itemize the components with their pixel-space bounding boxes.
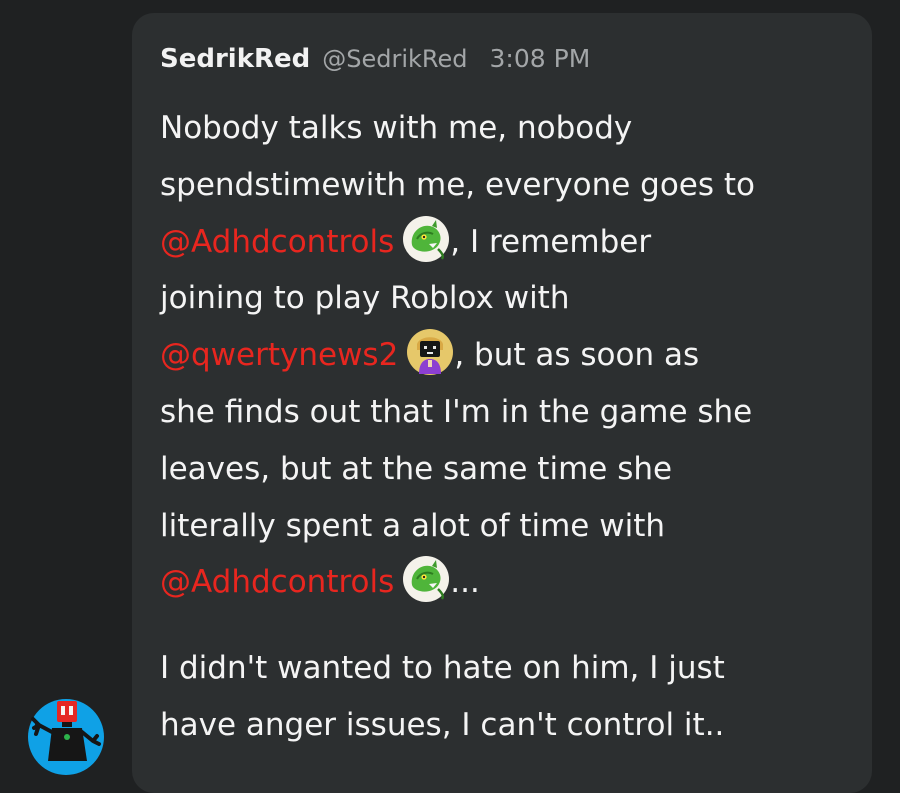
text-segment: ... <box>450 564 480 601</box>
text-line: have anger issues, I can't control it.. <box>160 706 725 743</box>
text-line-with-mention: @Adhdcontrols... <box>160 554 860 611</box>
mention-qwertynews2[interactable]: @qwertynews2 <box>160 337 398 373</box>
red-headed-robot-avatar-icon[interactable] <box>26 697 106 777</box>
text-line: spendstimewith me, everyone goes to <box>160 166 755 203</box>
text-line: I didn't wanted to hate on him, I just <box>160 650 725 687</box>
text-line: Nobody talks with me, nobody <box>160 110 633 146</box>
green-dragon-avatar-icon[interactable] <box>402 215 450 263</box>
cartoon-character-avatar-icon[interactable] <box>406 328 454 376</box>
author-handle[interactable]: @SedrikRed <box>322 45 467 73</box>
text-line: she finds out that I'm in the game she <box>160 393 753 430</box>
message-header: SedrikRed @SedrikRed 3:08 PM <box>160 44 590 74</box>
text-line: joining to play Roblox with <box>160 280 570 317</box>
text-line: literally spent a alot of time with <box>160 507 666 544</box>
text-line-with-mention: @qwertynews2 , but as soon as <box>160 327 860 384</box>
author-username[interactable]: SedrikRed <box>160 44 310 74</box>
text-line: leaves, but at the same time she <box>160 450 673 487</box>
message-body: Nobody talks with me, nobody spendstimew… <box>160 100 860 754</box>
text-segment: , I remember <box>450 223 652 260</box>
text-line-with-mention: @Adhdcontrols , I remember <box>160 214 860 271</box>
paragraph-1: Nobody talks with me, nobody spendstimew… <box>160 100 860 611</box>
paragraph-2: I didn't wanted to hate on him, I just h… <box>160 640 860 754</box>
green-dragon-avatar-icon[interactable] <box>402 555 450 603</box>
text-segment: , but as soon as <box>454 337 700 374</box>
timestamp: 3:08 PM <box>489 44 591 73</box>
mention-adhdcontrols[interactable]: @Adhdcontrols <box>160 564 394 600</box>
mention-adhdcontrols[interactable]: @Adhdcontrols <box>160 224 394 260</box>
